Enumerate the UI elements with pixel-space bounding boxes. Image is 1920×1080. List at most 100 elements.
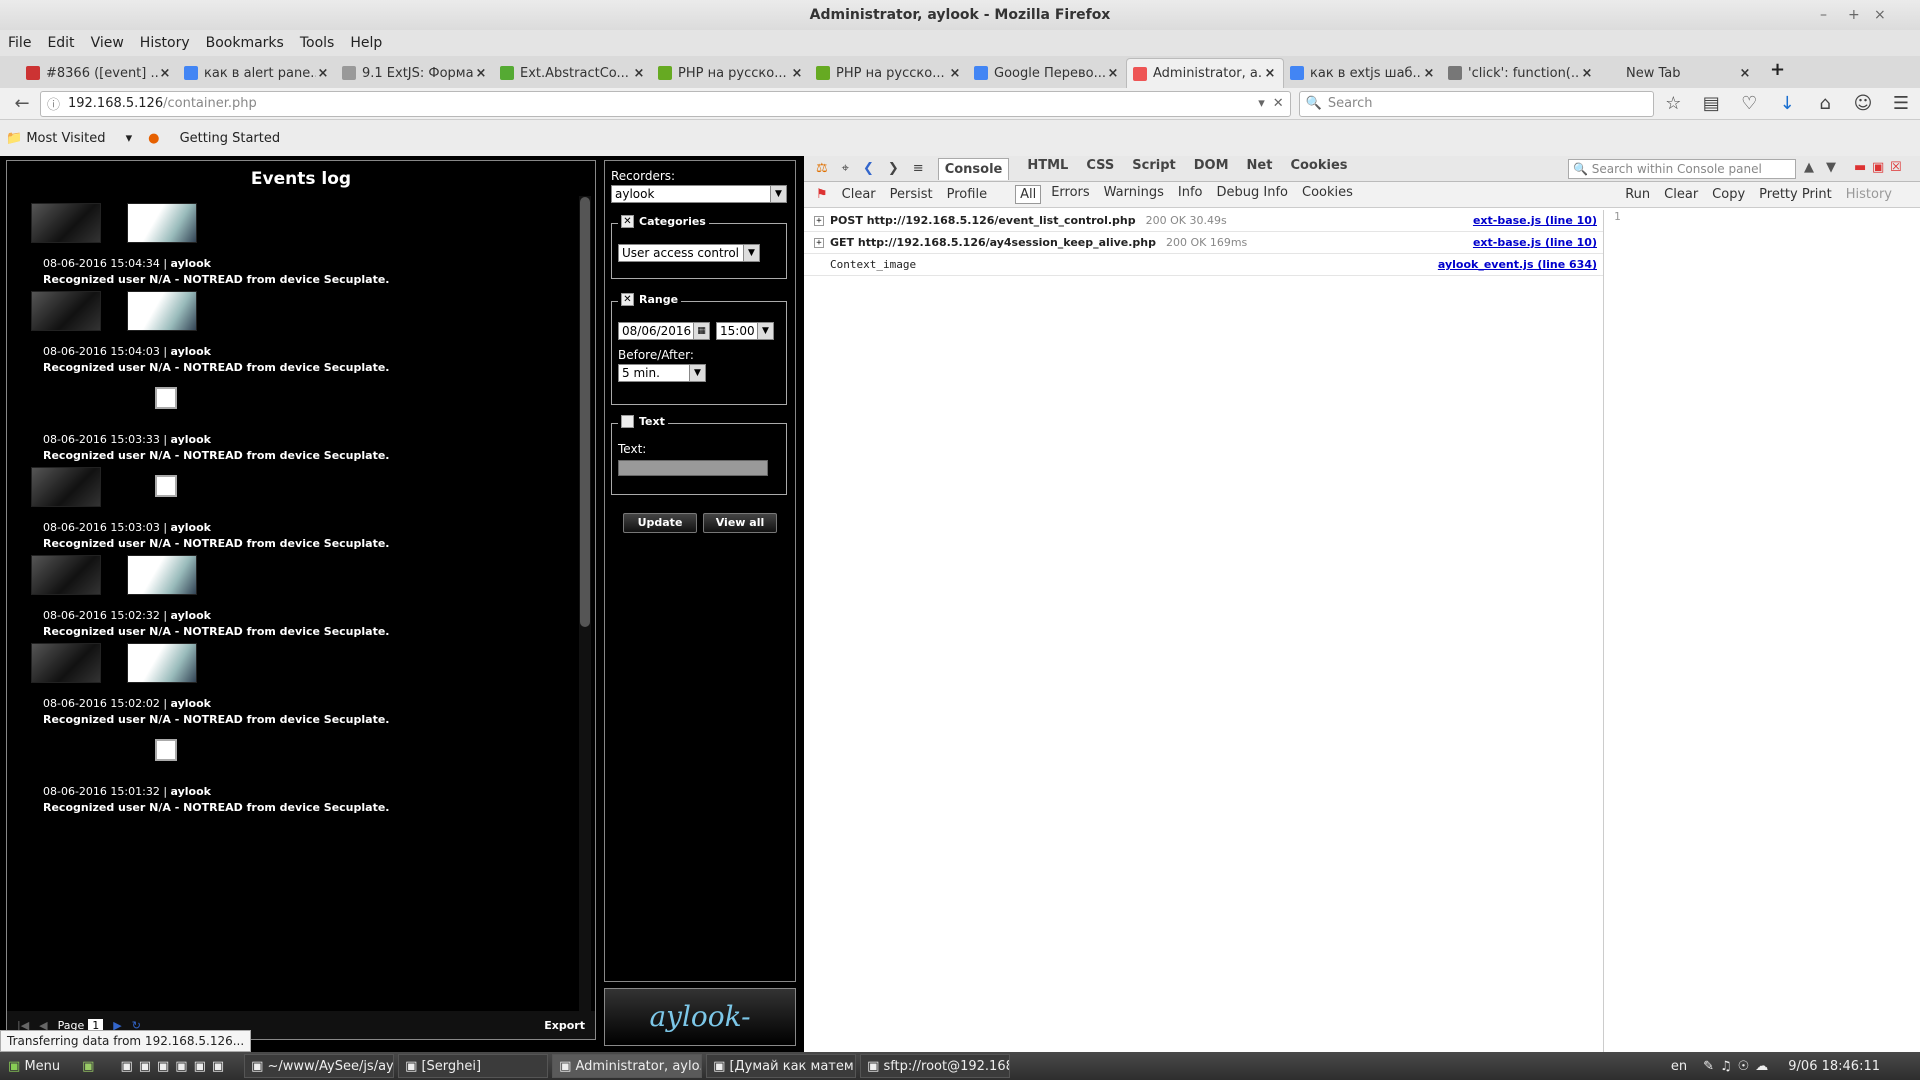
taskbar-window[interactable]: ▣sftp://root@192.168...: [860, 1054, 1011, 1078]
pretty-print-button[interactable]: Pretty Print: [1759, 187, 1832, 202]
categories-toggle[interactable]: ✕: [621, 215, 634, 228]
close-tab-icon[interactable]: ×: [1106, 66, 1120, 81]
broken-image-icon[interactable]: [155, 739, 177, 761]
filter-debug-info[interactable]: Debug Info: [1217, 185, 1289, 204]
close-tab-icon[interactable]: ×: [1422, 66, 1436, 81]
plate-snapshot[interactable]: [127, 291, 197, 331]
close-window-icon[interactable]: ×: [1874, 0, 1886, 30]
profile-button[interactable]: Profile: [947, 187, 987, 202]
category-select[interactable]: User access control ▼: [618, 244, 760, 262]
event-item[interactable]: 08-06-2016 15:04:34 | aylook Recognized u…: [31, 203, 551, 286]
clock[interactable]: 9/06 18:46:11: [1788, 1059, 1880, 1074]
taskbar-window[interactable]: ▣ Administrator, aylo...: [552, 1054, 703, 1078]
minimize-icon[interactable]: –: [1820, 0, 1827, 30]
browser-tab[interactable]: PHP на русско... ×: [810, 58, 968, 88]
calendar-icon[interactable]: ▦: [693, 323, 709, 339]
back-icon[interactable]: ←: [8, 91, 36, 117]
source-link[interactable]: ext-base.js (line 10): [1473, 236, 1597, 249]
filter-errors[interactable]: Errors: [1051, 185, 1089, 204]
persist-button[interactable]: Persist: [890, 187, 933, 202]
taskbar-window[interactable]: ▣~/www/AySee/js/ayl...: [244, 1054, 395, 1078]
filter-all[interactable]: All: [1015, 185, 1042, 204]
filter-warnings[interactable]: Warnings: [1104, 185, 1164, 204]
command-editor[interactable]: 1: [1608, 210, 1920, 1052]
close-tab-icon[interactable]: ×: [1580, 66, 1594, 81]
taskbar-window[interactable]: ▣ [Serghei]: [398, 1054, 549, 1078]
range-toggle[interactable]: ✕: [621, 293, 634, 306]
menu-help[interactable]: Help: [350, 35, 382, 51]
hamburger-menu-icon[interactable]: ☰: [1882, 93, 1920, 114]
source-link[interactable]: ext-base.js (line 10): [1473, 214, 1597, 227]
browser-tab[interactable]: 9.1 ExtJS: Форма. П...×: [336, 58, 494, 88]
close-tab-icon[interactable]: ×: [158, 66, 172, 81]
reading-list-icon[interactable]: ▤: [1692, 93, 1730, 114]
taskbar-window[interactable]: ▣ [Думай как матем...: [706, 1054, 857, 1078]
console-entry[interactable]: Context_image aylook_event.js (line 634): [804, 254, 1603, 276]
copy-button[interactable]: Copy: [1712, 187, 1745, 202]
close-tab-icon[interactable]: ×: [1263, 66, 1277, 81]
camera-snapshot[interactable]: [31, 467, 101, 507]
browser-tab[interactable]: как в alert pane... ×: [178, 58, 336, 88]
show-desktop-icon[interactable]: ▣: [82, 1059, 94, 1074]
stop-icon[interactable]: ✕: [1273, 96, 1284, 111]
text-input[interactable]: [618, 460, 768, 476]
tab-html[interactable]: HTML: [1027, 158, 1068, 180]
back-arrow-icon[interactable]: ❮: [863, 161, 874, 176]
most-visited-folder[interactable]: 📁 Most Visited ▾: [6, 131, 132, 146]
plate-snapshot[interactable]: [127, 203, 197, 243]
update-button[interactable]: Update: [623, 513, 697, 533]
run-button[interactable]: Run: [1625, 187, 1650, 202]
browser-tab[interactable]: Ext.AbstractCo... ×: [494, 58, 652, 88]
filter-info[interactable]: Info: [1178, 185, 1203, 204]
browser-tab[interactable]: PHP на русско... ×: [652, 58, 810, 88]
search-up-icon[interactable]: ▲: [1804, 160, 1814, 175]
recorder-select[interactable]: aylook ▼: [611, 185, 787, 203]
camera-snapshot[interactable]: [31, 291, 101, 331]
menu-view[interactable]: View: [91, 35, 124, 51]
menu-history[interactable]: History: [140, 35, 190, 51]
minimize-firebug-icon[interactable]: ▬: [1854, 160, 1866, 175]
inspect-icon[interactable]: ⌖: [842, 161, 849, 176]
close-tab-icon[interactable]: ×: [316, 66, 330, 81]
time-select[interactable]: 15:00 ▼: [716, 322, 774, 340]
event-item[interactable]: 08-06-2016 15:04:03 | aylook Recognized u…: [31, 291, 551, 374]
menu-edit[interactable]: Edit: [47, 35, 74, 51]
forward-arrow-icon[interactable]: ❯: [888, 161, 899, 176]
url-bar[interactable]: ⓘ 192.168.5.126 /container.php ▾ ✕: [39, 90, 1291, 117]
search-down-icon[interactable]: ▼: [1826, 160, 1836, 175]
downloads-icon[interactable]: ↓: [1768, 93, 1806, 114]
expand-icon[interactable]: +: [814, 237, 824, 248]
clear-button[interactable]: Clear: [842, 187, 876, 202]
browser-tab[interactable]: 'click': function(... ×: [1442, 58, 1600, 88]
date-field[interactable]: 08/06/2016 ▦: [618, 322, 710, 340]
before-after-select[interactable]: 5 min. ▼: [618, 364, 706, 382]
tab-dom[interactable]: DOM: [1194, 158, 1229, 180]
close-firebug-icon[interactable]: ☒: [1890, 160, 1902, 175]
console-entry[interactable]: + GET http://192.168.5.126/ay4session_kee…: [804, 232, 1603, 254]
event-item[interactable]: 08-06-2016 15:03:03 | aylook Recognized u…: [31, 467, 551, 550]
close-tab-icon[interactable]: ×: [632, 66, 646, 81]
clear-console-icon[interactable]: ⚑: [816, 187, 828, 202]
browser-tab[interactable]: как в extjs шаб... ×: [1284, 58, 1442, 88]
console-search-input[interactable]: 🔍 Search within Console panel: [1568, 159, 1796, 179]
event-item[interactable]: 08-06-2016 15:02:02 | aylook Recognized u…: [31, 643, 551, 726]
camera-snapshot[interactable]: [31, 555, 101, 595]
history-button[interactable]: History: [1846, 187, 1892, 202]
console-entry[interactable]: + POST http://192.168.5.126/event_list_co…: [804, 210, 1603, 232]
maximize-icon[interactable]: +: [1848, 0, 1860, 30]
browser-tab[interactable]: Administrator, a... ×: [1126, 58, 1284, 88]
pocket-icon[interactable]: ♡: [1730, 93, 1768, 114]
close-tab-icon[interactable]: ×: [790, 66, 804, 81]
view-all-button[interactable]: View all: [703, 513, 777, 533]
browser-tab[interactable]: Google Перево... ×: [968, 58, 1126, 88]
close-tab-icon[interactable]: ×: [474, 66, 488, 81]
tab-script[interactable]: Script: [1132, 158, 1175, 180]
text-toggle-checkbox[interactable]: [621, 415, 634, 428]
close-tab-icon[interactable]: ×: [948, 66, 962, 81]
home-icon[interactable]: ⌂: [1806, 93, 1844, 114]
camera-snapshot[interactable]: [31, 203, 101, 243]
tab-net[interactable]: Net: [1247, 158, 1273, 180]
menu-bookmarks[interactable]: Bookmarks: [206, 35, 284, 51]
tab-cookies[interactable]: Cookies: [1290, 158, 1347, 180]
events-scrollbar[interactable]: [579, 196, 591, 1014]
